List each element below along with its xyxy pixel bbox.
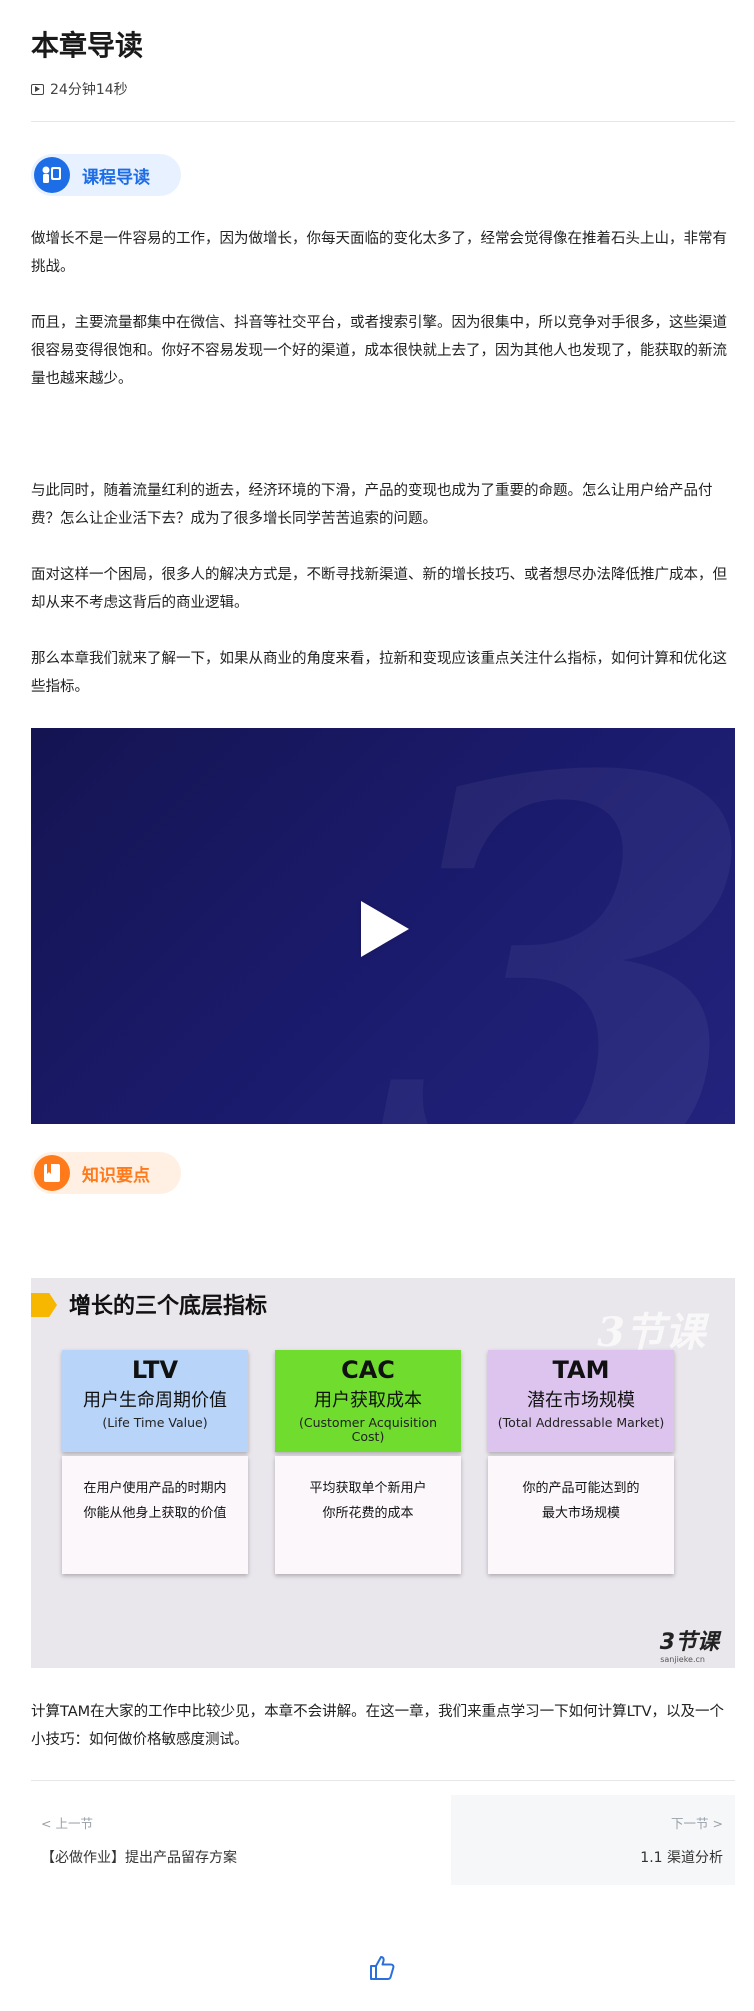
metric-desc-line1: 你的产品可能达到的 xyxy=(522,1481,640,1496)
metric-desc-line2: 最大市场规模 xyxy=(541,1506,620,1521)
page-title: 本章导读 xyxy=(31,29,144,62)
metric-abbr: TAM xyxy=(552,1356,610,1384)
metric-card-ltv: LTV 用户生命周期价值 (Life Time Value) 在用户使用产品的时… xyxy=(62,1350,248,1574)
header-divider xyxy=(31,121,735,122)
paragraph-2: 而且，主要流量都集中在微信、抖音等社交平台，或者搜索引擎。因为很集中，所以竞争对… xyxy=(31,315,727,387)
metric-card-tam: TAM 潜在市场规模 (Total Addressable Market) 你的… xyxy=(488,1350,674,1574)
paragraph-4: 面对这样一个困局，很多人的解决方式是，不断寻找新渠道、新的增长技巧、或者想尽办法… xyxy=(31,567,727,611)
slide-brand-url: sanjieke.cn xyxy=(660,1655,705,1664)
prev-section-link[interactable]: < 上一节 【必做作业】提出产品留存方案 xyxy=(31,1795,451,1885)
metric-card-head: CAC 用户获取成本 (Customer Acquisition Cost) xyxy=(275,1350,461,1452)
metric-desc-line1: 在用户使用产品的时期内 xyxy=(83,1481,227,1496)
metric-english: (Total Addressable Market) xyxy=(497,1415,665,1430)
slide-title: 增长的三个底层指标 xyxy=(69,1294,268,1319)
paragraph-1: 做增长不是一件容易的工作，因为做增长，你每天面临的变化太多了，经常会觉得像在推着… xyxy=(31,231,727,275)
metric-card-body: 平均获取单个新用户 你所花费的成本 xyxy=(275,1456,461,1574)
metric-abbr: CAC xyxy=(341,1356,395,1384)
metric-desc-line2: 你所花费的成本 xyxy=(322,1506,414,1521)
metric-desc-line2: 你能从他身上获取的价值 xyxy=(83,1506,227,1521)
next-section-link[interactable]: 下一节 > 1.1 渠道分析 xyxy=(451,1795,735,1885)
metric-card-body: 你的产品可能达到的 最大市场规模 xyxy=(488,1456,674,1574)
video-duration: 24分钟14秒 xyxy=(31,79,128,99)
paragraph-5: 那么本章我们就来了解一下，如果从商业的角度来看，拉新和变现应该重点关注什么指标，… xyxy=(31,651,727,695)
paragraph-6: 计算TAM在大家的工作中比较少见，本章不会讲解。在这一章，我们来重点学习一下如何… xyxy=(31,1704,725,1748)
thumbs-up-icon[interactable] xyxy=(367,1953,397,1983)
metric-abbr: LTV xyxy=(131,1356,179,1384)
metric-card-cac: CAC 用户获取成本 (Customer Acquisition Cost) 平… xyxy=(275,1350,461,1574)
metric-card-head: TAM 潜在市场规模 (Total Addressable Market) xyxy=(488,1350,674,1452)
paragraph-3: 与此同时，随着流量红利的逝去，经济环境的下滑，产品的变现也成为了重要的命题。怎么… xyxy=(31,483,713,527)
video-watermark: 3 xyxy=(371,728,735,1124)
metrics-slide: 增长的三个底层指标 3节课 LTV 用户生命周期价值 (Life Time Va… xyxy=(31,1278,735,1668)
metric-english: (Customer Acquisition Cost) xyxy=(298,1415,438,1444)
metric-card-head: LTV 用户生命周期价值 (Life Time Value) xyxy=(62,1350,248,1452)
course-intro-badge: 课程导读 xyxy=(31,154,181,196)
play-icon[interactable] xyxy=(361,901,409,957)
metric-desc-line1: 平均获取单个新用户 xyxy=(309,1481,427,1496)
metric-name: 用户获取成本 xyxy=(314,1390,422,1411)
duration-text: 24分钟14秒 xyxy=(50,82,128,98)
slide-flag xyxy=(31,1293,57,1317)
metric-name: 用户生命周期价值 xyxy=(83,1390,227,1411)
key-points-icon xyxy=(34,1155,70,1191)
next-title: 1.1 渠道分析 xyxy=(640,1850,723,1866)
metric-card-body: 在用户使用产品的时期内 你能从他身上获取的价值 xyxy=(62,1456,248,1574)
course-intro-label: 课程导读 xyxy=(82,167,150,188)
metric-english: (Life Time Value) xyxy=(102,1415,208,1430)
course-intro-icon xyxy=(34,157,70,193)
video-player[interactable]: 3 xyxy=(31,728,735,1124)
footer-divider xyxy=(31,1780,735,1781)
key-points-label: 知识要点 xyxy=(82,1165,150,1186)
video-icon xyxy=(31,83,44,95)
prev-title: 【必做作业】提出产品留存方案 xyxy=(41,1850,237,1866)
metric-name: 潜在市场规模 xyxy=(527,1390,635,1411)
key-points-badge: 知识要点 xyxy=(31,1152,181,1194)
next-label: 下一节 > xyxy=(671,1816,723,1831)
prev-label: < 上一节 xyxy=(41,1816,93,1831)
slide-brand-logo: 3节课 xyxy=(659,1630,719,1655)
